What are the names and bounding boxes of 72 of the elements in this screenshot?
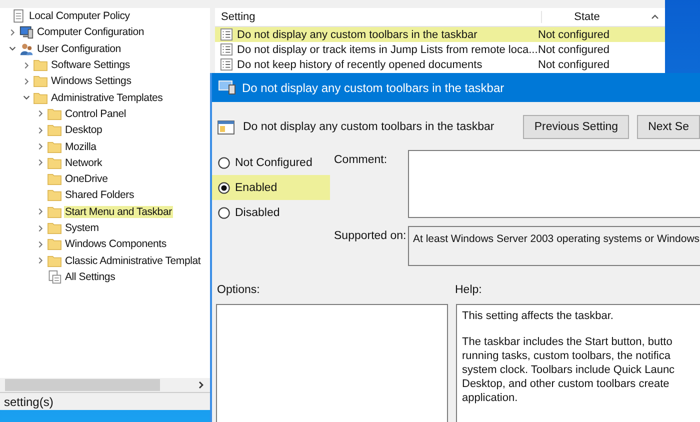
tree-item[interactable]: All Settings [64, 270, 116, 283]
navigation-button[interactable]: Next Se [637, 115, 700, 139]
tree-item[interactable]: Classic Administrative Templat [64, 254, 202, 267]
policy-window-icon [217, 120, 235, 134]
help-text: Desktop, and other custom toolbars create [462, 377, 670, 391]
radio-label[interactable]: Disabled [235, 206, 280, 218]
folder-icon [47, 254, 62, 268]
chevron-down-icon[interactable] [22, 93, 31, 102]
policy-setting-icon [220, 28, 233, 41]
tree-item[interactable]: Windows Settings [50, 75, 132, 88]
help-text: The taskbar includes the Start button, butto [462, 335, 674, 349]
tree-item[interactable]: Network [64, 156, 104, 169]
help-text: This setting affects the taskbar. [462, 309, 614, 323]
dialog-title: Do not display any custom toolbars in the taskbar [242, 80, 504, 94]
computer-icon [218, 80, 236, 95]
folder-icon [47, 106, 62, 121]
tree-item[interactable]: System [64, 222, 100, 234]
folder-icon [47, 172, 62, 186]
tree-item[interactable]: OneDrive [64, 173, 109, 186]
tree-item[interactable]: Shared Folders [64, 189, 135, 202]
comment-label: Comment: [334, 153, 388, 168]
help-text: system clock. Toolbars include Quick Launc [462, 363, 676, 377]
chevron-down-icon[interactable] [8, 44, 17, 54]
radio-button[interactable] [218, 206, 230, 218]
folder-icon [47, 237, 62, 252]
tree-item[interactable]: Desktop [64, 124, 104, 136]
radio-button[interactable] [218, 182, 230, 194]
setting-name[interactable]: Do not keep history of recently opened documents [237, 58, 482, 70]
help-text: application. [462, 391, 519, 405]
tree-item[interactable]: Administrative Templates [50, 92, 164, 104]
policy-setting-icon [220, 58, 233, 71]
setting-title: Do not display any custom toolbars in the taskbar [243, 121, 494, 133]
folder-icon [33, 58, 48, 72]
settings-list-icon [47, 270, 62, 284]
setting-state: Not configured [537, 28, 610, 40]
computer-icon [19, 25, 34, 40]
setting-name[interactable]: Do not display any custom toolbars in the taskbar [237, 28, 478, 40]
folder-icon [47, 204, 62, 219]
folder-icon [33, 90, 48, 105]
navigation-button[interactable]: Previous Setting [523, 115, 630, 139]
folder-icon [47, 156, 62, 170]
tree-item[interactable]: Local Computer Policy [28, 10, 131, 22]
tree-item[interactable]: User Configuration [36, 42, 122, 55]
tree-item[interactable]: Windows Components [64, 238, 168, 250]
supported-on-label: Supported on: [334, 229, 408, 244]
options-label: Options: [217, 284, 261, 296]
column-header[interactable]: Setting [215, 11, 541, 23]
setting-state: Not configured [537, 58, 610, 70]
tree-item[interactable]: Computer Configuration [36, 26, 146, 38]
folder-icon [33, 74, 48, 88]
policy-setting-icon [220, 43, 233, 56]
supported-on-text: At least Windows Server 2003 operating systems or Windows [408, 226, 700, 266]
tree-item[interactable]: Control Panel [64, 108, 128, 120]
tree-item[interactable]: Software Settings [50, 59, 131, 72]
folder-icon [47, 140, 62, 154]
tree-item[interactable]: Mozilla [64, 140, 98, 153]
folder-icon [47, 123, 62, 138]
comment-field[interactable] [408, 150, 700, 218]
help-text: running tasks, custom toolbars, the notifica [462, 349, 672, 363]
column-header[interactable]: State [541, 11, 632, 23]
users-icon [19, 42, 34, 56]
radio-label[interactable]: Not Configured [235, 156, 312, 168]
folder-icon [47, 221, 62, 235]
help-label: Help: [455, 284, 482, 296]
tree-item[interactable]: Start Menu and Taskbar [64, 206, 173, 218]
horizontal-scrollbar[interactable] [0, 378, 210, 392]
status-bar-text: setting(s) [0, 392, 210, 410]
folder-icon [47, 188, 62, 202]
radio-button[interactable] [218, 156, 230, 168]
radio-label[interactable]: Enabled [235, 182, 278, 194]
setting-name[interactable]: Do not display or track items in Jump Lists from remote loca... [237, 44, 538, 56]
chevron-right-icon[interactable] [196, 380, 206, 390]
